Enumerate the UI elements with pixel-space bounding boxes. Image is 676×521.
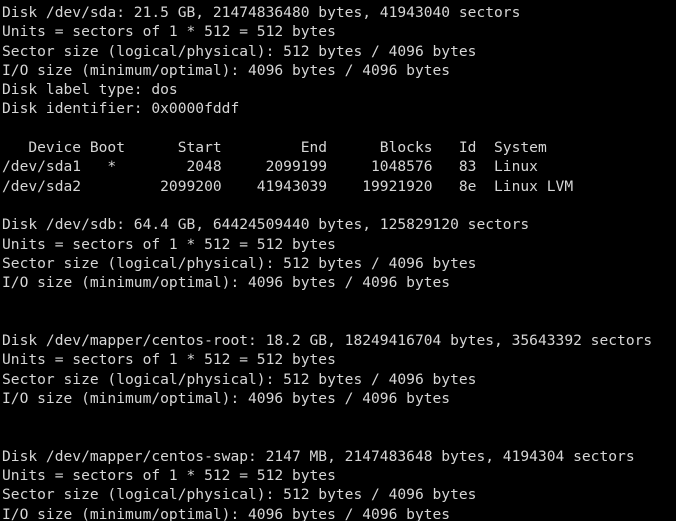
terminal-line: Disk /dev/sda: 21.5 GB, 21474836480 byte… xyxy=(2,4,521,21)
terminal-line: I/O size (minimum/optimal): 4096 bytes /… xyxy=(2,505,451,521)
terminal-line: I/O size (minimum/optimal): 4096 bytes /… xyxy=(2,389,451,407)
terminal-line: Disk label type: dos xyxy=(2,81,178,99)
terminal-line: Sector size (logical/physical): 512 byte… xyxy=(2,254,477,272)
terminal-line: Disk /dev/mapper/centos-swap: 2147 MB, 2… xyxy=(2,447,635,465)
terminal-line: Sector size (logical/physical): 512 byte… xyxy=(2,42,477,60)
terminal-line: Disk /dev/sdb: 64.4 GB, 64424509440 byte… xyxy=(2,216,530,234)
terminal-line: Disk identifier: 0x0000fddf xyxy=(2,100,240,118)
terminal-line: Units = sectors of 1 * 512 = 512 bytes xyxy=(2,467,336,485)
terminal-output-pane[interactable]: Disk /dev/sda: 21.5 GB, 21474836480 byte… xyxy=(0,0,676,521)
terminal-line: Units = sectors of 1 * 512 = 512 bytes xyxy=(2,23,336,41)
terminal-line: Sector size (logical/physical): 512 byte… xyxy=(2,486,477,504)
terminal-line: Device Boot Start End Blocks Id System xyxy=(2,139,547,157)
terminal-line: I/O size (minimum/optimal): 4096 bytes /… xyxy=(2,61,451,79)
terminal-line: /dev/sda1 * 2048 2099199 1048576 83 Linu… xyxy=(2,158,538,176)
terminal-line: Sector size (logical/physical): 512 byte… xyxy=(2,370,477,388)
terminal-line: Disk /dev/mapper/centos-root: 18.2 GB, 1… xyxy=(2,332,653,350)
terminal-line: Units = sectors of 1 * 512 = 512 bytes xyxy=(2,351,336,369)
terminal-line: /dev/sda2 2099200 41943039 19921920 8e L… xyxy=(2,177,574,195)
terminal-line: I/O size (minimum/optimal): 4096 bytes /… xyxy=(2,274,451,292)
terminal-line: Units = sectors of 1 * 512 = 512 bytes xyxy=(2,235,336,253)
